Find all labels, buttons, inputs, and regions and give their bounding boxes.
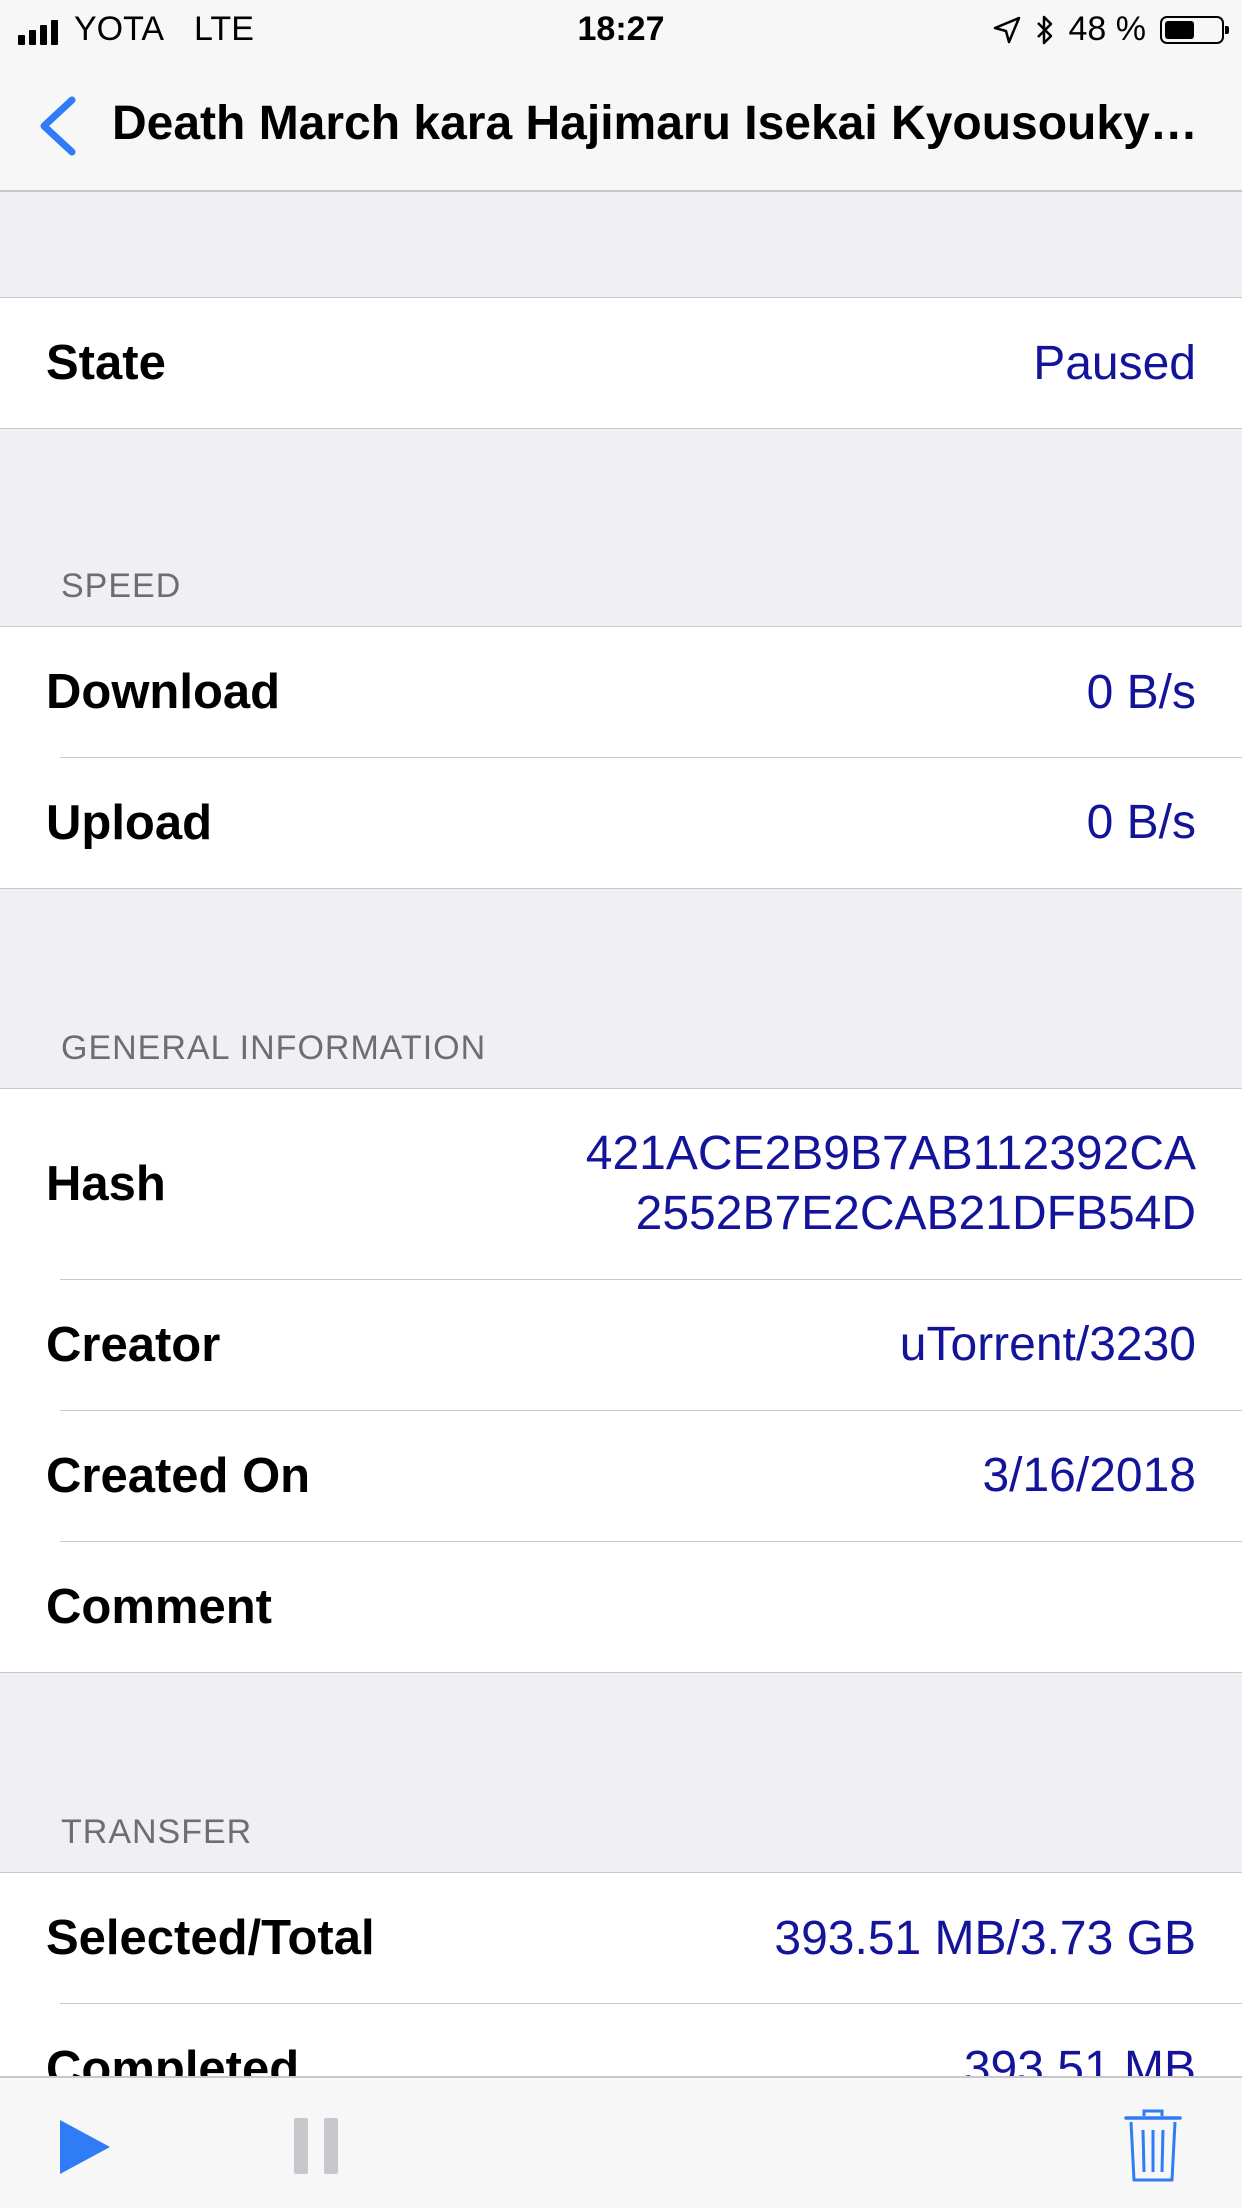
upload-label: Upload [46,795,213,850]
selected-total-row[interactable]: Selected/Total 393.51 MB/3.73 GB [0,1873,1242,2003]
completed-value: 393.51 MB [963,2042,1196,2076]
creator-row[interactable]: Creator uTorrent/3230 [0,1279,1242,1410]
comment-row[interactable]: Comment [0,1541,1242,1672]
state-label: State [46,336,166,390]
bluetooth-icon [1036,15,1052,44]
details-table[interactable]: State Paused SPEED Download 0 B/s Upload… [0,192,1242,2076]
transfer-section: Selected/Total 393.51 MB/3.73 GB Complet… [0,1872,1242,2076]
created-on-value: 3/16/2018 [982,1449,1196,1502]
completed-row[interactable]: Completed 393.51 MB [0,2003,1242,2076]
hash-value: 421ACE2B9B7AB112392CA 2552B7E2CAB21DFB54… [586,1124,1196,1244]
selected-total-value: 393.51 MB/3.73 GB [774,1911,1196,1965]
battery-percent: 48 % [1068,10,1147,48]
page-title: Death March kara Hajimaru Isekai Kyousou… [112,97,1202,150]
download-row[interactable]: Download 0 B/s [0,627,1242,757]
upload-row[interactable]: Upload 0 B/s [0,757,1242,888]
general-header: GENERAL INFORMATION [61,1029,487,1067]
spacer-top [0,192,1242,297]
chevron-left-icon[interactable] [34,94,84,158]
created-on-row[interactable]: Created On 3/16/2018 [0,1410,1242,1541]
location-arrow-icon [993,16,1020,43]
comment-label: Comment [46,1579,272,1634]
speed-section: Download 0 B/s Upload 0 B/s [0,626,1242,889]
hash-line-2: 2552B7E2CAB21DFB54D [635,1187,1196,1240]
download-label: Download [46,665,281,719]
battery-icon [1160,15,1229,44]
bottom-toolbar [0,2076,1242,2208]
status-right: 48 % [979,10,1229,49]
download-value: 0 B/s [1086,665,1196,719]
transfer-header: TRANSFER [61,1813,253,1851]
navigation-bar: Death March kara Hajimaru Isekai Kyousou… [0,60,1242,192]
pause-icon[interactable] [292,2116,340,2176]
state-row[interactable]: State Paused [0,298,1242,428]
creator-value: uTorrent/3230 [899,1318,1196,1371]
upload-value: 0 B/s [1086,796,1196,849]
hash-line-1: 421ACE2B9B7AB112392CA [585,1127,1196,1180]
creator-label: Creator [46,1317,221,1372]
completed-label: Completed [46,2041,300,2077]
hash-label: Hash [46,1157,166,1211]
state-value: Paused [1033,336,1196,390]
created-on-label: Created On [46,1448,311,1503]
trash-icon[interactable] [1124,2108,1182,2184]
play-icon[interactable] [56,2118,114,2176]
selected-total-label: Selected/Total [46,1911,375,1965]
hash-row[interactable]: Hash 421ACE2B9B7AB112392CA 2552B7E2CAB21… [0,1089,1242,1279]
status-bar: YOTA LTE 18:27 48 % [0,0,1242,60]
speed-header: SPEED [61,567,182,605]
state-section: State Paused [0,297,1242,429]
general-section: Hash 421ACE2B9B7AB112392CA 2552B7E2CAB21… [0,1088,1242,1673]
